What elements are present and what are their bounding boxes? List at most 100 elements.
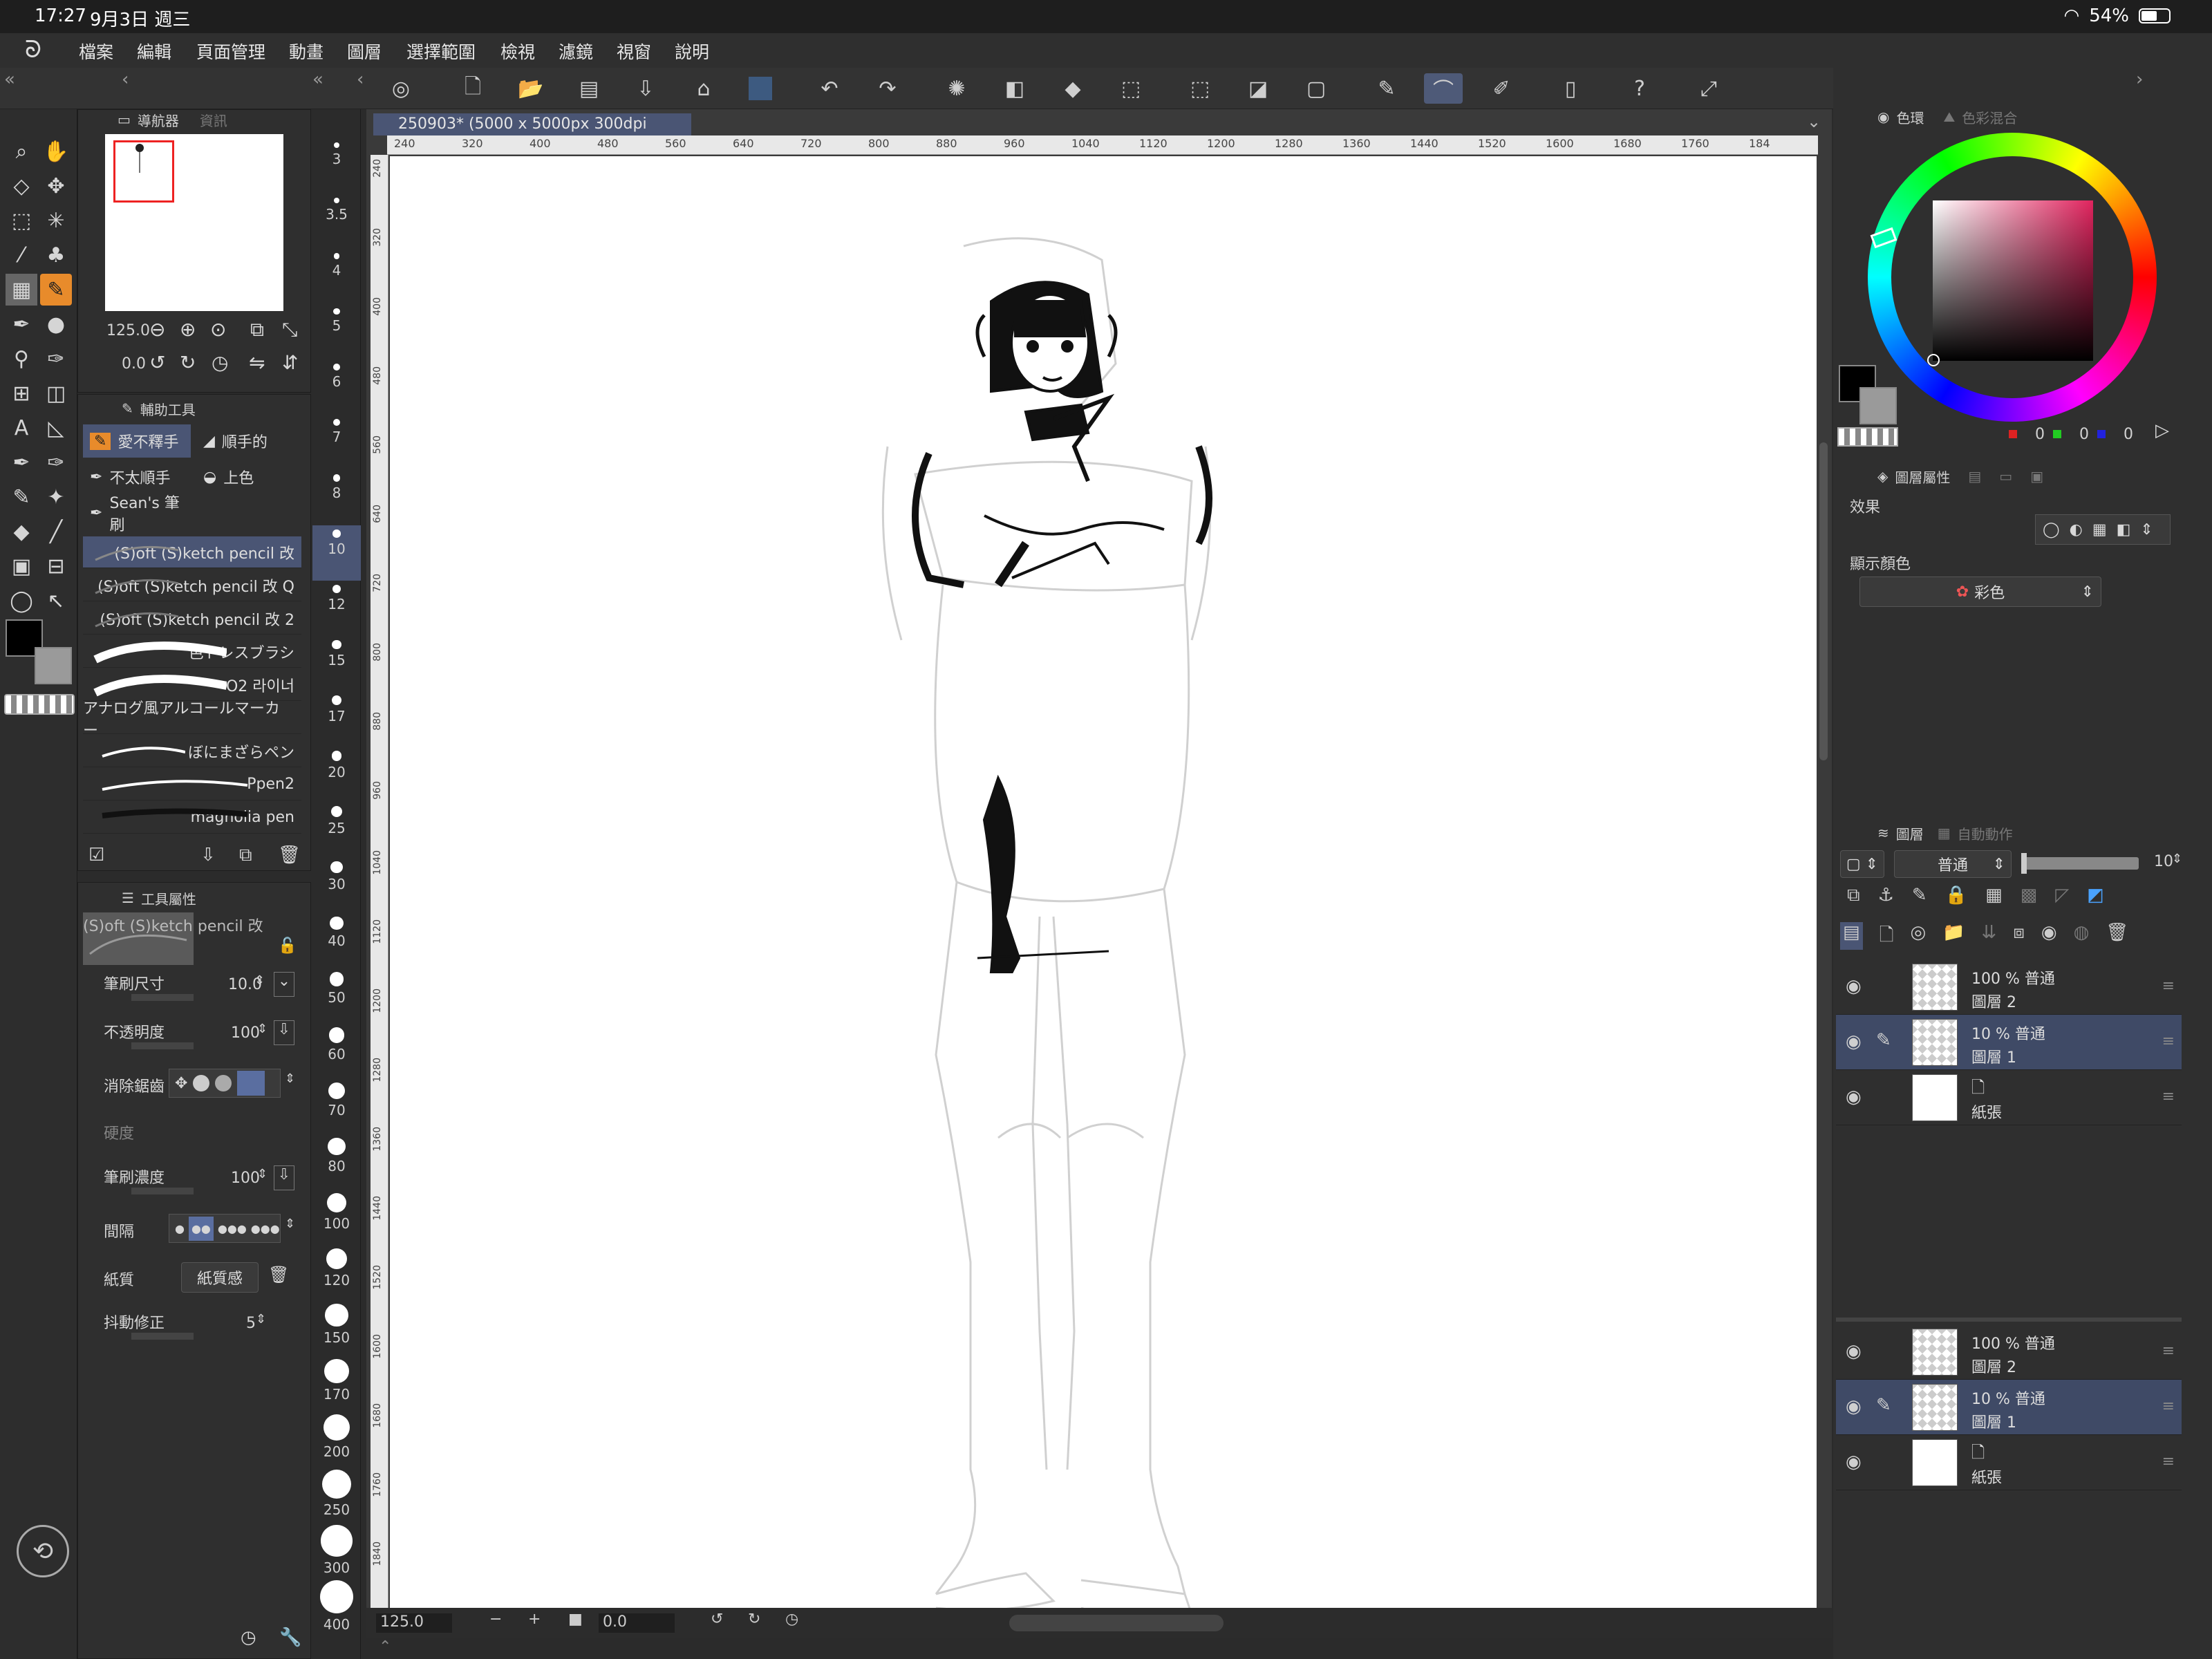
drawing-canvas[interactable]	[390, 156, 1817, 1618]
aa-strong-icon[interactable]	[237, 1071, 265, 1096]
brush-size-item[interactable]: 10	[312, 525, 361, 581]
reset-rotation-icon[interactable]: ◷	[212, 351, 228, 374]
brush-size-item[interactable]: 50	[312, 968, 361, 1023]
magic-wand-icon[interactable]: ✳	[40, 205, 72, 236]
subtool-group-coloring[interactable]: ◒ 上色	[196, 460, 304, 494]
brush-size-item[interactable]: 8	[312, 470, 361, 525]
brush-item[interactable]: 色トレスブラシ	[83, 636, 301, 668]
bottom-fit-icon[interactable]: ■	[568, 1611, 583, 1628]
brush-size-item[interactable]: 70	[312, 1078, 361, 1134]
brush-size-item[interactable]: 30	[312, 857, 361, 912]
loading-icon[interactable]: ✺	[937, 73, 976, 104]
sub-color-swatch[interactable]	[35, 647, 72, 684]
menu-filter[interactable]: 濾鏡	[559, 39, 593, 64]
text-tool-icon[interactable]: A	[6, 412, 37, 444]
pen-pressure-icon[interactable]: ✎	[1367, 73, 1406, 104]
subtool-group-unhandy[interactable]: ✒ 不太順手	[83, 460, 191, 494]
tab-chevron-down-icon[interactable]: ⌄	[1807, 112, 1821, 131]
sv-handle[interactable]	[1927, 354, 1940, 366]
layer-row[interactable]: ◉ 100 % 普通 圖層 2 ≡	[1836, 1324, 2182, 1380]
bottom-rotate-right-icon[interactable]: ↻	[748, 1611, 760, 1628]
layer-panel-menu-icon[interactable]: ▤	[1840, 922, 1863, 950]
layer-row[interactable]: ◉ 100 % 普通 圖層 2 ≡	[1836, 959, 2182, 1015]
lasso-icon[interactable]: ◯	[6, 585, 37, 617]
tab-auto-action[interactable]: 自動動作	[1958, 823, 2013, 843]
clip-lower-layer-icon[interactable]: ⧉	[1847, 885, 1860, 912]
pencil-tool-icon[interactable]: ✎	[40, 274, 72, 306]
tool-settings-icon[interactable]: 🔧	[279, 1627, 301, 1648]
layer-color-icon[interactable]: ◧	[2117, 521, 2131, 538]
brush-size-item[interactable]: 40	[312, 912, 361, 968]
brush-size-item[interactable]: 150	[312, 1300, 361, 1355]
cake-icon[interactable]: ♣	[40, 239, 72, 271]
redo-icon[interactable]: ↷	[868, 73, 907, 104]
ruler-link-icon[interactable]: ◸	[2055, 885, 2069, 912]
lock-transparency-icon[interactable]: ▦	[1985, 885, 2003, 912]
stepper-icon[interactable]: ⇕	[254, 973, 265, 988]
tab-color-mix[interactable]: 色彩混合	[1962, 107, 2017, 127]
brush-size-item[interactable]: 120	[312, 1244, 361, 1300]
brush-item[interactable]: (S)oft (S)ketch pencil 改	[83, 536, 301, 568]
visibility-eye-icon[interactable]: ◉	[1846, 976, 1862, 997]
brush-size-item[interactable]: 6	[312, 359, 361, 415]
new-folder-icon[interactable]: 📁	[1942, 922, 1965, 950]
stepper-icon[interactable]: ⇕	[2140, 521, 2153, 538]
layer-drag-handle-icon[interactable]: ≡	[2162, 977, 2175, 995]
visibility-eye-icon[interactable]: ◉	[1846, 1087, 1862, 1107]
apply-mask-icon[interactable]: ◍	[2074, 922, 2090, 950]
spacing-normal-icon[interactable]: ●●	[188, 1216, 214, 1241]
quick-access-icon[interactable]: ◎	[382, 73, 420, 104]
menu-file[interactable]: 檔案	[79, 39, 113, 64]
sparkle-icon[interactable]: ✦	[40, 481, 72, 513]
ruler-tool-icon[interactable]: ◺	[40, 412, 72, 444]
tool-reset-icon[interactable]: ◷	[241, 1627, 256, 1648]
stepper-icon[interactable]: ⇕	[2172, 852, 2182, 866]
draft-layer-icon[interactable]: ✎	[1912, 885, 1927, 912]
brush-item[interactable]: アナログ風アルコールマーカー	[83, 700, 301, 740]
brush-size-item[interactable]: 17	[312, 691, 361, 747]
chevron-left-icon-2[interactable]: ‹	[357, 69, 364, 90]
flip-vertical-icon[interactable]: ⇵	[282, 351, 298, 374]
stabilizer-slider[interactable]	[131, 1333, 194, 1340]
chevron-right-icon-2[interactable]: ›	[2136, 69, 2143, 90]
menu-selection[interactable]: 選擇範圍	[406, 39, 476, 64]
stabilizer-row[interactable]: 抖動修正 5 ⇕	[83, 1308, 301, 1347]
brush-size-item[interactable]: 12	[312, 581, 361, 636]
layer-row[interactable]: ◉ 🗋 紙張 ≡	[1836, 1435, 2182, 1490]
companion-icon[interactable]: ▯	[1551, 73, 1590, 104]
brush-size-item[interactable]: 5	[312, 304, 361, 359]
actual-size-icon[interactable]: ⤡	[282, 318, 297, 341]
paper-texture-button[interactable]: 紙質感	[181, 1262, 259, 1293]
brush-item[interactable]: Ppen2	[83, 769, 301, 800]
lock-layer-icon[interactable]: 🔒	[1945, 885, 1967, 912]
brush-size-item[interactable]: 170	[312, 1355, 361, 1410]
border-effect-icon[interactable]: ◯	[2043, 521, 2060, 538]
lock-icon[interactable]: 🔓	[278, 937, 297, 955]
right-sub-color[interactable]	[1859, 387, 1897, 424]
brush-size-item[interactable]: 4	[312, 249, 361, 304]
extract-line-icon[interactable]: ◐	[2070, 521, 2083, 538]
layer-clip-toggle[interactable]: ▢ ⇕	[1840, 850, 1884, 878]
eyedropper-icon[interactable]: ⁄	[6, 239, 37, 271]
new-raster-layer-icon[interactable]: 🗋	[1880, 922, 1894, 950]
menu-view[interactable]: 檢視	[500, 39, 535, 64]
layer-row[interactable]: ◉ 🗋 紙張 ≡	[1836, 1070, 2182, 1125]
spacing-narrow-icon[interactable]: ●	[175, 1222, 185, 1235]
undo-icon[interactable]: ↶	[810, 73, 849, 104]
collapse-left-icon[interactable]: «	[4, 69, 15, 90]
rotate-left-icon[interactable]: ↺	[149, 351, 165, 374]
gesture-rotate-icon[interactable]: ⟲	[17, 1525, 69, 1577]
stepper-icon[interactable]: ⇕	[256, 1312, 266, 1327]
bottom-zoom-in-icon[interactable]: +	[528, 1611, 541, 1628]
airbrush-icon[interactable]: ⚲	[6, 343, 37, 375]
zoom-fit-icon[interactable]: ⊙	[210, 318, 226, 341]
layer-drag-handle-icon[interactable]: ≡	[2162, 1398, 2175, 1415]
pencil-mode-icon[interactable]: ✐	[1482, 73, 1521, 104]
spacing-row[interactable]: 間隔 ● ●● ●●● ●●● ⇕	[83, 1211, 301, 1250]
brush-size-item[interactable]: 3	[312, 138, 361, 194]
pen-tool-icon[interactable]: ✒	[6, 308, 37, 340]
fill-bucket-icon[interactable]: ◆	[1053, 73, 1092, 104]
visibility-eye-icon[interactable]: ◉	[1846, 1396, 1862, 1417]
save-icon[interactable]: ⇩	[626, 73, 665, 104]
subtool-settings-icon[interactable]: ☑	[88, 845, 104, 865]
